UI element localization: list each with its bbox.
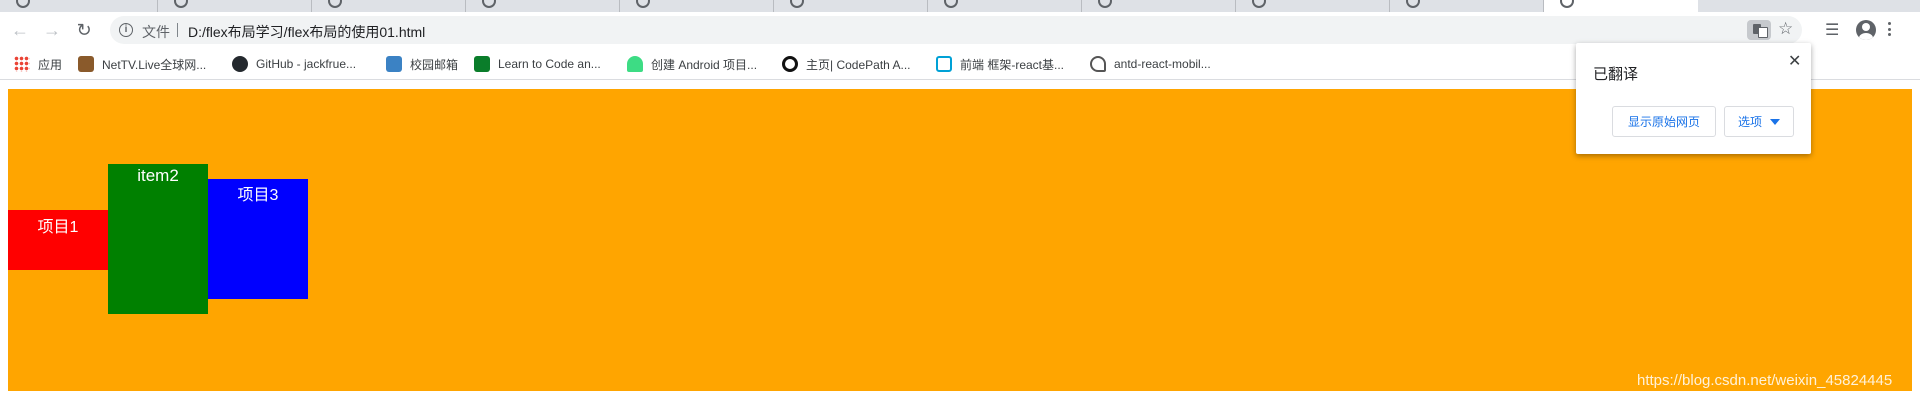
- tv-icon: [78, 56, 94, 72]
- bookmark-label: NetTV.Live全球网...: [102, 57, 207, 72]
- freecodecamp-icon: [474, 56, 490, 72]
- translate-icon[interactable]: [1747, 20, 1771, 40]
- flex-item-2: item2: [108, 164, 208, 314]
- mail-icon: [386, 56, 402, 72]
- scheme-label: 文件: [142, 24, 170, 40]
- tab-strip: [0, 0, 1920, 12]
- bookmark-label: GitHub - jackfrue...: [256, 57, 357, 71]
- browser-tab[interactable]: [158, 0, 312, 12]
- bookmark-bilibili[interactable]: 前端 框架-react基...: [936, 55, 1064, 73]
- browser-tab[interactable]: [928, 0, 1082, 12]
- bookmark-label: 应用: [38, 57, 63, 72]
- browser-tab[interactable]: [0, 0, 158, 12]
- bookmark-freecodecamp[interactable]: Learn to Code an...: [474, 55, 601, 73]
- browser-tab[interactable]: [1236, 0, 1390, 12]
- tab-favicon-icon: [636, 0, 650, 8]
- bookmark-nettv[interactable]: NetTV.Live全球网...: [78, 55, 206, 73]
- tab-favicon-icon: [1406, 0, 1420, 8]
- browser-tab[interactable]: [1390, 0, 1544, 12]
- reload-button[interactable]: ↻: [72, 18, 96, 42]
- flex-item-1: 项目1: [8, 210, 108, 270]
- apps-icon: [14, 56, 30, 72]
- tab-favicon-icon: [174, 0, 188, 8]
- close-icon[interactable]: ✕: [1788, 51, 1801, 71]
- bookmark-github[interactable]: GitHub - jackfrue...: [232, 55, 356, 73]
- arrow-right-icon: →: [43, 19, 61, 40]
- tab-favicon-icon: [1098, 0, 1112, 8]
- forward-button[interactable]: →: [40, 18, 64, 42]
- browser-tab[interactable]: [1082, 0, 1236, 12]
- tab-favicon-icon: [944, 0, 958, 8]
- divider: [177, 23, 178, 37]
- info-icon[interactable]: i: [119, 23, 133, 37]
- tab-favicon-icon: [482, 0, 496, 8]
- bookmark-android[interactable]: 创建 Android 项目...: [627, 55, 757, 73]
- options-label: 选项: [1737, 115, 1762, 129]
- options-dropdown-button[interactable]: 选项: [1724, 106, 1794, 137]
- tab-favicon-icon: [790, 0, 804, 8]
- android-icon: [627, 56, 643, 72]
- reload-icon: ↻: [76, 19, 92, 40]
- media-queue-icon[interactable]: ☰: [1825, 20, 1839, 40]
- bookmark-apps[interactable]: 应用: [14, 55, 62, 73]
- translate-popup-title: 已翻译: [1593, 66, 1639, 83]
- browser-tab[interactable]: [466, 0, 620, 12]
- translate-popup: 已翻译 ✕ 显示原始网页 选项: [1576, 43, 1811, 154]
- github-icon: [232, 56, 248, 72]
- browser-tab[interactable]: [312, 0, 466, 12]
- show-original-button[interactable]: 显示原始网页: [1612, 106, 1716, 137]
- bookmark-label: Learn to Code an...: [498, 57, 601, 71]
- tab-favicon-icon: [328, 0, 342, 8]
- bookmark-antd[interactable]: antd-react-mobil...: [1090, 55, 1211, 73]
- bilibili-icon: [936, 56, 952, 72]
- browser-tab[interactable]: [620, 0, 774, 12]
- bookmark-label: 创建 Android 项目...: [651, 57, 758, 72]
- flex-item-3: 项目3: [208, 179, 308, 299]
- tab-favicon-icon: [1560, 0, 1574, 8]
- bookmark-label: 校园邮箱: [410, 57, 459, 72]
- watermark: https://blog.csdn.net/weixin_45824445: [1637, 372, 1893, 389]
- arrow-left-icon: ←: [11, 19, 29, 40]
- star-icon[interactable]: ☆: [1778, 19, 1793, 39]
- bookmark-label: antd-react-mobil...: [1114, 57, 1211, 71]
- profile-avatar-icon[interactable]: [1856, 20, 1876, 40]
- tab-favicon-icon: [16, 0, 30, 8]
- tab-favicon-icon: [1252, 0, 1266, 8]
- kebab-menu-icon[interactable]: [1888, 22, 1892, 38]
- bookmark-codepath[interactable]: 主页| CodePath A...: [782, 55, 911, 73]
- codepath-icon: [782, 56, 798, 72]
- show-original-label: 显示原始网页: [1627, 115, 1700, 129]
- address-bar[interactable]: i 文件 D:/flex布局学习/flex布局的使用01.html ☆: [110, 16, 1802, 44]
- bookmark-label: 主页| CodePath A...: [806, 57, 911, 72]
- antd-icon: [1090, 56, 1106, 72]
- url-text[interactable]: D:/flex布局学习/flex布局的使用01.html: [188, 22, 425, 42]
- back-button[interactable]: ←: [8, 18, 32, 42]
- bookmark-label: 前端 框架-react基...: [960, 57, 1065, 72]
- bookmark-mail[interactable]: 校园邮箱: [386, 55, 458, 73]
- caret-down-icon: [1770, 118, 1780, 125]
- browser-tab-active[interactable]: [1544, 0, 1698, 12]
- browser-tab[interactable]: [774, 0, 928, 12]
